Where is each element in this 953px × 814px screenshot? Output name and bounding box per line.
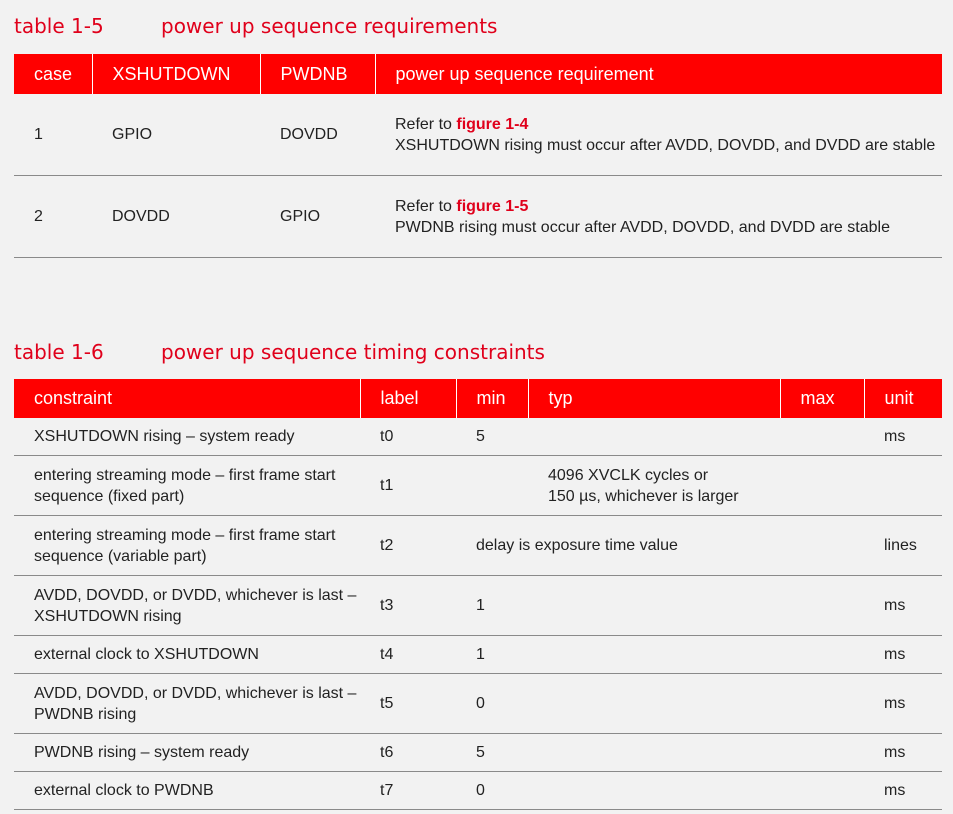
cell-constraint: PWDNB rising – system ready [14,733,360,772]
cell-pwdnb: DOVDD [260,94,375,176]
cell-label: t3 [360,575,456,636]
table-header-row: constraint label min typ max unit [14,379,942,418]
cell-unit: ms [864,635,942,674]
header-constraint: constraint [14,379,360,418]
figure-link[interactable]: figure 1-4 [456,116,528,133]
header-max: max [779,379,864,418]
table-row: AVDD, DOVDD, or DVDD, whichever is last … [14,673,942,734]
cell-unit: ms [864,418,942,456]
cell-pwdnb: GPIO [260,175,375,258]
table-row: entering streaming mode – first frame st… [14,455,942,516]
cell-label: t7 [360,771,456,810]
cell-unit: ms [864,771,942,810]
cell-typ [528,418,780,456]
cell-case: 1 [14,94,92,176]
cell-typ [528,635,780,674]
cell-constraint: AVDD, DOVDD, or DVDD, whichever is last … [14,575,360,636]
cell-typ [528,733,780,772]
cell-label: t6 [360,733,456,772]
table-row: PWDNB rising – system ready t6 5 ms [14,733,942,772]
cell-min: 1 [456,575,528,636]
cell-max [780,635,864,674]
cell-label: t4 [360,635,456,674]
cell-unit: ms [864,733,942,772]
cell-label: t2 [360,515,456,576]
caption-number: table 1-6 [14,340,104,364]
cell-label: t1 [360,455,456,516]
cell-constraint: XSHUTDOWN rising – system ready [14,418,360,456]
cell-max [780,418,864,456]
table-1-5-caption: table 1-5 power up sequence requirements [14,14,497,38]
cell-constraint: external clock to XSHUTDOWN [14,635,360,674]
header-min: min [455,379,528,418]
figure-link[interactable]: figure 1-5 [456,198,528,215]
table-row: external clock to XSHUTDOWN t4 1 ms [14,635,942,674]
cell-typ-span: 4096 XVCLK cycles or 150 µs, whichever i… [456,455,864,516]
cell-constraint: entering streaming mode – first frame st… [14,515,360,576]
cell-case: 2 [14,175,92,258]
cell-value-span: delay is exposure time value [456,515,864,576]
header-requirement: power up sequence requirement [374,54,942,94]
cell-constraint: entering streaming mode – first frame st… [14,455,360,516]
cell-typ [528,575,780,636]
table-row: AVDD, DOVDD, or DVDD, whichever is last … [14,575,942,636]
cell-min: 0 [456,771,528,810]
cell-requirement: Refer to figure 1-5 PWDNB rising must oc… [375,175,942,258]
refer-prefix: Refer to [395,115,457,133]
cell-unit: ms [864,673,942,734]
header-case: case [14,54,92,94]
table-row: entering streaming mode – first frame st… [14,515,942,576]
cell-min: 1 [456,635,528,674]
requirement-text: PWDNB rising must occur after AVDD, DOVD… [395,218,890,236]
typ-line-1: 4096 XVCLK cycles or [548,466,709,484]
cell-xshutdown: GPIO [92,94,260,176]
cell-max [780,771,864,810]
caption-title: power up sequence requirements [161,14,498,38]
header-typ: typ [527,379,780,418]
cell-typ [528,673,780,734]
cell-min: 0 [456,673,528,734]
cell-max [780,673,864,734]
table-row: 1 GPIO DOVDD Refer to figure 1-4 XSHUTDO… [14,94,942,176]
cell-requirement: Refer to figure 1-4 XSHUTDOWN rising mus… [375,94,942,176]
cell-xshutdown: DOVDD [92,175,260,258]
cell-min: 5 [456,733,528,772]
cell-max [780,733,864,772]
header-unit: unit [863,379,942,418]
caption-number: table 1-5 [14,14,104,38]
header-label: label [359,379,456,418]
power-up-requirements-table: case XSHUTDOWN PWDNB power up sequence r… [14,54,942,258]
header-pwdnb: PWDNB [259,54,375,94]
cell-label: t0 [360,418,456,456]
requirement-text: XSHUTDOWN rising must occur after AVDD, … [395,136,936,154]
cell-constraint: external clock to PWDNB [14,771,360,810]
refer-prefix: Refer to [395,197,457,215]
table-row: XSHUTDOWN rising – system ready t0 5 ms [14,418,942,456]
typ-line-2: 150 µs, whichever is larger [548,487,739,505]
timing-constraints-table: constraint label min typ max unit XSHUTD… [14,379,942,810]
cell-label: t5 [360,673,456,734]
cell-max [780,575,864,636]
cell-constraint: AVDD, DOVDD, or DVDD, whichever is last … [14,673,360,734]
cell-typ [528,771,780,810]
table-row: 2 DOVDD GPIO Refer to figure 1-5 PWDNB r… [14,175,942,258]
table-row: external clock to PWDNB t7 0 ms [14,771,942,810]
header-xshutdown: XSHUTDOWN [91,54,260,94]
cell-min: 5 [456,418,528,456]
cell-unit [864,455,942,516]
cell-unit: lines [864,515,942,576]
cell-unit: ms [864,575,942,636]
table-1-6-caption: table 1-6 power up sequence timing constr… [14,340,545,364]
caption-title: power up sequence timing constraints [161,340,545,364]
table-header-row: case XSHUTDOWN PWDNB power up sequence r… [14,54,942,94]
